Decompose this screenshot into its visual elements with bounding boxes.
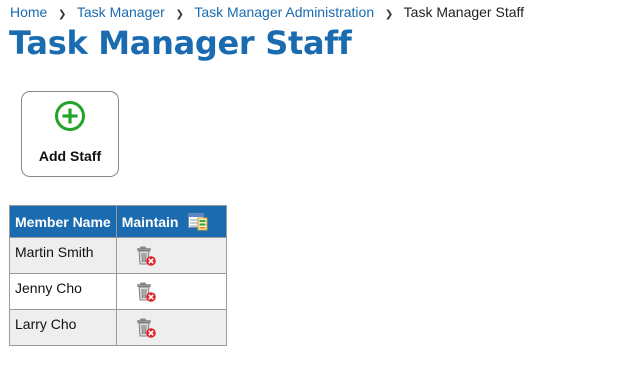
table-header-row: Member Name Maintain: [9, 205, 227, 238]
add-staff-button[interactable]: Add Staff: [21, 91, 119, 177]
delete-trash-icon[interactable]: [135, 317, 157, 339]
breadcrumb-separator-icon: ❯: [175, 9, 184, 20]
maintain-column-header: Maintain: [115, 205, 227, 238]
member-name-column-header: Member Name: [9, 205, 117, 238]
maintain-cell: [115, 273, 227, 310]
breadcrumb-separator-icon: ❯: [58, 9, 67, 20]
table-row: Martin Smith: [9, 237, 227, 274]
breadcrumb: Home ❯ Task Manager ❯ Task Manager Admin…: [10, 4, 524, 23]
table-row: Jenny Cho: [9, 273, 227, 310]
member-name-cell: Martin Smith: [9, 237, 117, 274]
maintain-cell: [115, 309, 227, 346]
table-row: Larry Cho: [9, 309, 227, 346]
breadcrumb-current: Task Manager Staff: [403, 4, 525, 20]
add-staff-label: Add Staff: [38, 148, 102, 164]
staff-table: Member Name Maintain Martin Smith Jenny …: [9, 205, 227, 346]
member-name-cell: Larry Cho: [9, 309, 117, 346]
breadcrumb-home-link[interactable]: Home: [10, 4, 47, 20]
delete-trash-icon[interactable]: [135, 281, 157, 303]
plus-circle-icon: [55, 101, 85, 131]
page-title: Task Manager Staff: [9, 24, 352, 62]
maintain-cell: [115, 237, 227, 274]
member-name-cell: Jenny Cho: [9, 273, 117, 310]
breadcrumb-admin-link[interactable]: Task Manager Administration: [194, 4, 374, 20]
maintain-header-label: Maintain: [121, 213, 179, 230]
delete-trash-icon[interactable]: [135, 245, 157, 267]
breadcrumb-separator-icon: ❯: [384, 9, 394, 20]
grid-columns-icon[interactable]: [188, 212, 208, 231]
breadcrumb-task-manager-link[interactable]: Task Manager: [77, 4, 165, 20]
